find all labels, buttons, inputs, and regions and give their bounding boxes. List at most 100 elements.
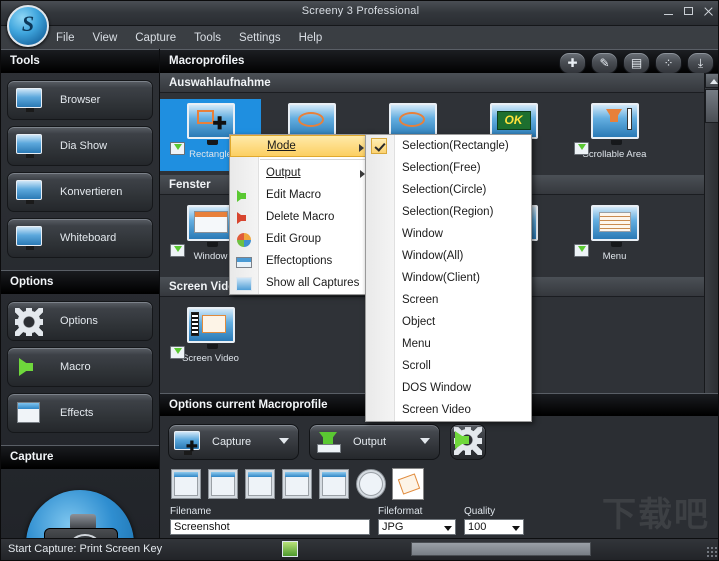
sidebar-item-konvertieren[interactable]: Konvertieren: [7, 172, 153, 212]
context-menu-item-show-all-captures[interactable]: Show all Captures: [230, 272, 372, 294]
check-icon: [371, 138, 387, 154]
menu-help[interactable]: Help: [290, 29, 332, 47]
status-capture-icon: [282, 541, 298, 557]
scrollbar-thumb[interactable]: [705, 89, 718, 123]
submenu-item-dos-window[interactable]: DOS Window: [366, 377, 531, 399]
menu-view[interactable]: View: [84, 29, 127, 47]
quality-value: 100: [468, 521, 487, 533]
maximize-button[interactable]: [683, 6, 694, 17]
submenu-item-window[interactable]: Window: [366, 223, 531, 245]
submenu-item-selection-region[interactable]: Selection(Region): [366, 201, 531, 223]
menu-icon: [590, 205, 639, 247]
submenu-item-menu[interactable]: Menu: [366, 333, 531, 355]
submenu-item-window-all[interactable]: Window(All): [366, 245, 531, 267]
timer-icon[interactable]: [356, 469, 386, 499]
sidebar-item-options[interactable]: Options: [7, 301, 153, 341]
macro-settings-button[interactable]: [450, 424, 486, 460]
sidebar-item-macro[interactable]: Macro: [7, 347, 153, 387]
quality-select[interactable]: 100: [464, 519, 524, 535]
sidebar-item-label: Effects: [60, 407, 94, 419]
download-badge-icon: [170, 346, 185, 359]
resize-grip[interactable]: [706, 546, 718, 558]
torn-edge-icon[interactable]: [208, 469, 238, 499]
app-logo: S: [7, 5, 49, 47]
output-dropdown-button[interactable]: Output: [309, 424, 440, 460]
quality-label: Quality: [464, 506, 496, 517]
context-menu-item-output[interactable]: Output: [230, 162, 372, 184]
context-menu-item-mode[interactable]: Mode: [230, 135, 372, 157]
monitor-effect-icon[interactable]: [319, 469, 349, 499]
sidebar-item-label: Whiteboard: [60, 232, 117, 244]
add-profile-button[interactable]: ✚: [559, 52, 586, 74]
macro-arrow-icon: [14, 354, 44, 380]
output-button-label: Output: [353, 436, 387, 448]
close-button[interactable]: [703, 6, 714, 17]
submenu-label: Screen Video: [402, 404, 471, 416]
macroprofiles-toolbar: ✚ ✎ ▤ ⁘ ⤓: [559, 52, 714, 74]
captures-icon: [235, 275, 252, 291]
submenu-item-screen-video[interactable]: Screen Video: [366, 399, 531, 421]
app-window: Screeny 3 Professional S File View Captu…: [0, 0, 719, 561]
scroll-up-button[interactable]: [705, 73, 718, 88]
context-menu-item-effectoptions[interactable]: Effectoptions: [230, 250, 372, 272]
sidebar-item-dia-show[interactable]: Dia Show: [7, 126, 153, 166]
menu-tools[interactable]: Tools: [185, 29, 230, 47]
gear-icon: [14, 308, 44, 334]
sidebar-item-effects[interactable]: Effects: [7, 393, 153, 433]
filename-field-group: Filename Screenshot: [170, 506, 370, 535]
submenu-label: Window: [402, 228, 443, 240]
options-effect-icons: [160, 460, 718, 499]
window-icon: [186, 205, 235, 247]
context-menu-item-delete-macro[interactable]: Delete Macro: [230, 206, 372, 228]
submenu-item-selection-rectangle[interactable]: Selection(Rectangle): [366, 135, 531, 157]
minimize-button[interactable]: [663, 6, 674, 17]
menu-file[interactable]: File: [47, 29, 84, 47]
cursor-icon[interactable]: [245, 469, 275, 499]
edit-icon: ✎: [599, 56, 610, 70]
output-icon: [315, 430, 343, 454]
browser-icon: [14, 87, 44, 113]
profile-item-menu[interactable]: Menu: [564, 201, 665, 273]
sidebar-item-whiteboard[interactable]: Whiteboard: [7, 218, 153, 258]
grid-view-button[interactable]: ⁘: [655, 52, 682, 74]
window-title: Screeny 3 Professional: [301, 5, 420, 17]
list-scrollbar[interactable]: [704, 73, 718, 433]
fileformat-select[interactable]: JPG: [378, 519, 456, 535]
context-menu-item-edit-group[interactable]: Edit Group: [230, 228, 372, 250]
edit-profile-button[interactable]: ✎: [591, 52, 618, 74]
context-menu-item-edit-macro[interactable]: Edit Macro: [230, 184, 372, 206]
sidebar-item-browser[interactable]: Browser: [7, 80, 153, 120]
status-bar: Start Capture: Print Screen Key: [1, 538, 718, 560]
sidebar-item-label: Options: [60, 315, 98, 327]
sidebar-item-label: Browser: [60, 94, 101, 106]
submenu-item-selection-free[interactable]: Selection(Free): [366, 157, 531, 179]
convert-icon: [14, 179, 44, 205]
save-profile-button[interactable]: ▤: [623, 52, 650, 74]
submenu-item-window-client[interactable]: Window(Client): [366, 267, 531, 289]
context-menu-label: Mode: [267, 140, 296, 152]
profile-item-screen-video[interactable]: Screen Video: [160, 303, 261, 375]
submenu-label: Menu: [402, 338, 431, 350]
capture-dropdown-button[interactable]: ✚ Capture: [168, 424, 299, 460]
submenu-item-object[interactable]: Object: [366, 311, 531, 333]
filename-input[interactable]: Screenshot: [170, 519, 370, 535]
download-profile-button[interactable]: ⤓: [687, 52, 714, 74]
profile-item-scrollable-area[interactable]: Scrollable Area: [564, 99, 665, 171]
context-menu-label: Delete Macro: [266, 211, 335, 223]
save-icon: ▤: [630, 56, 643, 70]
fullwindow-icon[interactable]: [171, 469, 201, 499]
menu-settings[interactable]: Settings: [230, 29, 290, 47]
chevron-down-icon: [420, 438, 430, 444]
watermark-icon[interactable]: [282, 469, 312, 499]
chevron-down-icon: [444, 526, 452, 531]
submenu-item-selection-circle[interactable]: Selection(Circle): [366, 179, 531, 201]
sidebar-group-options-body: Options Macro Effects: [1, 294, 159, 445]
menu-capture[interactable]: Capture: [126, 29, 185, 47]
sidebar-group-capture-header: Capture: [1, 445, 159, 469]
context-menu-label: Show all Captures: [266, 277, 360, 289]
status-progress-panel: [411, 542, 591, 556]
color-fill-icon[interactable]: [393, 469, 423, 499]
submenu-item-screen[interactable]: Screen: [366, 289, 531, 311]
submenu-item-scroll[interactable]: Scroll: [366, 355, 531, 377]
download-badge-icon: [574, 244, 589, 257]
